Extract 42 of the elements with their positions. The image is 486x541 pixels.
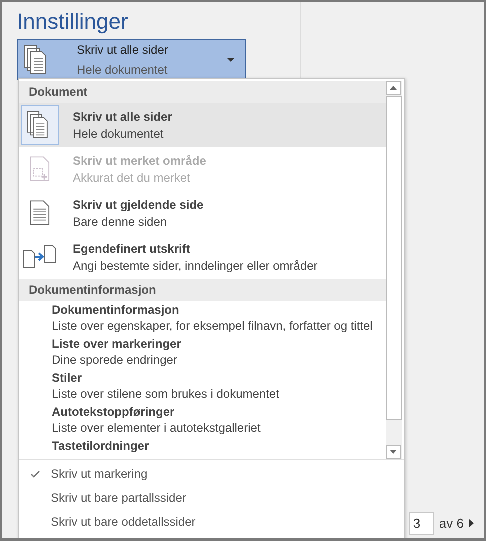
next-page-icon[interactable]: [469, 519, 474, 528]
item-title: Dokumentinformasjon: [52, 303, 180, 317]
item-title: Skriv ut merket område: [73, 154, 206, 168]
menu-item[interactable]: Liste over markeringer Dine sporede endringer: [19, 335, 386, 369]
menu-item[interactable]: Skriv ut gjeldende side Bare denne siden: [19, 191, 386, 235]
item-title: Autotekstoppføringer: [52, 405, 176, 419]
menu-item[interactable]: Tastetilordninger: [19, 437, 386, 455]
item-description: Hele dokumentet: [73, 126, 165, 140]
menu-option[interactable]: Skriv ut markering: [19, 462, 404, 486]
group-header: Dokumentinformasjon: [19, 279, 386, 301]
item-title: Skriv ut gjeldende side: [73, 198, 204, 212]
menu-item[interactable]: Egendefinert utskrift Angi bestemte sider, inndelinger eller områder: [19, 235, 386, 279]
menu-item[interactable]: Skriv ut alle sider Hele dokumentet: [19, 103, 386, 147]
menu-item[interactable]: Dokumentinformasjon Liste over egenskaper, for eksempel filnavn, forfatter og tittel: [19, 301, 386, 335]
item-description: Bare denne siden: [73, 214, 168, 228]
page-selection-icon: [30, 156, 50, 182]
caret-icon: [227, 58, 235, 62]
item-title: Tastetilordninger: [52, 439, 150, 453]
item-description: Dine sporede endringer: [52, 353, 178, 367]
page-icon: [30, 200, 50, 226]
page-number-field[interactable]: 3: [409, 512, 434, 535]
checkmark-icon: [30, 470, 40, 478]
item-title: Stiler: [52, 371, 84, 385]
item-title: Liste over markeringer: [52, 337, 182, 351]
page-count: av 6: [439, 516, 464, 531]
item-description: Angi bestemte sider, inndelinger eller områder: [73, 258, 318, 272]
scroll-down-icon[interactable]: [386, 445, 401, 459]
item-description: Liste over egenskaper, for eksempel filnavn, forfatter og tittel: [52, 319, 373, 333]
item-description: Liste over stilene som brukes i dokumentet: [52, 387, 280, 401]
group-header: Dokument: [19, 81, 386, 103]
item-description: Akkurat det du merket: [73, 170, 192, 184]
print-range-dropdown[interactable]: Skriv ut alle sider Hele dokumentet: [17, 39, 246, 80]
menu-option[interactable]: Skriv ut bare partallssider: [19, 486, 404, 510]
item-title: Skriv ut alle sider: [73, 110, 172, 124]
pages-arrow-icon: [23, 245, 57, 269]
section-title: Innstillinger: [17, 8, 130, 36]
item-description: Liste over elementer i autotekstgalleriet: [52, 421, 261, 435]
item-title: Egendefinert utskrift: [73, 242, 192, 256]
scroll-up-icon[interactable]: [386, 81, 401, 95]
menu-item[interactable]: Autotekstoppføringer Liste over elementer i autotekstgalleriet: [19, 403, 386, 437]
menu-item[interactable]: Stiler Liste over stilene som brukes i dokumentet: [19, 369, 386, 403]
menu-option[interactable]: Skriv ut bare oddetallssider: [19, 510, 404, 534]
